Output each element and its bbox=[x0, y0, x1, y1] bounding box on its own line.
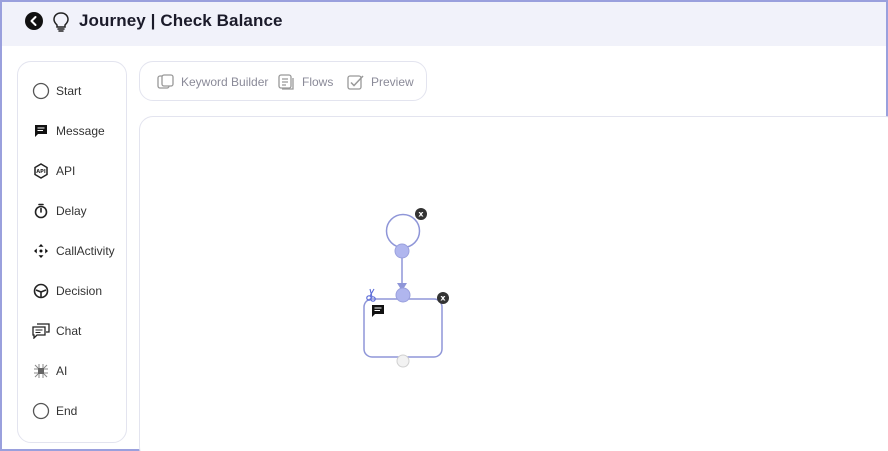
sidebar-item-decision[interactable]: Decision bbox=[32, 280, 102, 302]
sidebar-item-ai[interactable]: AI bbox=[32, 360, 67, 382]
start-node[interactable] bbox=[385, 213, 421, 249]
sidebar-item-label: AI bbox=[56, 364, 68, 378]
message-icon bbox=[32, 122, 50, 140]
sidebar-item-label: CallActivity bbox=[56, 244, 115, 258]
sidebar-item-label: Chat bbox=[56, 324, 82, 338]
start-node-output-port[interactable] bbox=[394, 243, 410, 259]
sidebar-item-api[interactable]: API API bbox=[32, 160, 75, 182]
ai-icon bbox=[32, 362, 50, 380]
sidebar-item-end[interactable]: End bbox=[32, 400, 77, 422]
sidebar-item-chat[interactable]: Chat bbox=[32, 320, 81, 342]
message-node-input-port[interactable] bbox=[395, 287, 411, 303]
flows-button[interactable]: Flows bbox=[278, 72, 333, 92]
svg-text:x: x bbox=[418, 210, 424, 219]
decision-icon bbox=[32, 282, 50, 300]
canvas-toolbar: Keyword Builder Flows Preview bbox=[139, 61, 427, 101]
copy-icon bbox=[157, 74, 175, 90]
sidebar-item-delay[interactable]: Delay bbox=[32, 200, 87, 222]
message-node-output-port[interactable] bbox=[396, 354, 410, 368]
message-node-delete-icon[interactable]: x bbox=[437, 292, 449, 304]
timer-icon bbox=[32, 202, 50, 220]
svg-text:API: API bbox=[36, 169, 46, 175]
sidebar-item-label: Decision bbox=[56, 284, 103, 298]
page-title: Journey | Check Balance bbox=[79, 11, 283, 30]
back-arrow-icon[interactable] bbox=[25, 12, 43, 30]
checkbox-icon bbox=[347, 74, 365, 90]
document-icon bbox=[278, 74, 296, 90]
sidebar-item-label: API bbox=[56, 164, 76, 178]
chat-icon bbox=[32, 322, 50, 340]
sidebar-item-message[interactable]: Message bbox=[32, 120, 105, 142]
circle-icon bbox=[32, 402, 50, 420]
sidebar-item-label: Start bbox=[56, 84, 82, 98]
sidebar-item-label: Delay bbox=[56, 204, 87, 218]
keyword-builder-label: Keyword Builder bbox=[181, 75, 269, 89]
call-activity-icon bbox=[32, 242, 50, 260]
flow-connector[interactable] bbox=[397, 253, 407, 291]
header-bar: Journey | Check Balance bbox=[2, 2, 886, 46]
node-palette: Start Message API API Delay CallActivity… bbox=[17, 61, 127, 443]
sidebar-item-label: End bbox=[56, 404, 78, 418]
sidebar-item-start[interactable]: Start bbox=[32, 80, 81, 102]
api-icon: API bbox=[32, 162, 50, 180]
circle-icon bbox=[32, 82, 50, 100]
sidebar-item-callactivity[interactable]: CallActivity bbox=[32, 240, 115, 262]
svg-text:x: x bbox=[440, 294, 446, 303]
flow-canvas[interactable]: x x bbox=[139, 116, 888, 451]
sidebar-item-label: Message bbox=[56, 124, 105, 138]
preview-label: Preview bbox=[371, 75, 414, 89]
flows-label: Flows bbox=[302, 75, 334, 89]
lightbulb-icon bbox=[52, 11, 70, 38]
start-node-delete-icon[interactable]: x bbox=[415, 208, 427, 220]
preview-button[interactable]: Preview bbox=[347, 72, 414, 92]
keyword-builder-button[interactable]: Keyword Builder bbox=[157, 72, 268, 92]
